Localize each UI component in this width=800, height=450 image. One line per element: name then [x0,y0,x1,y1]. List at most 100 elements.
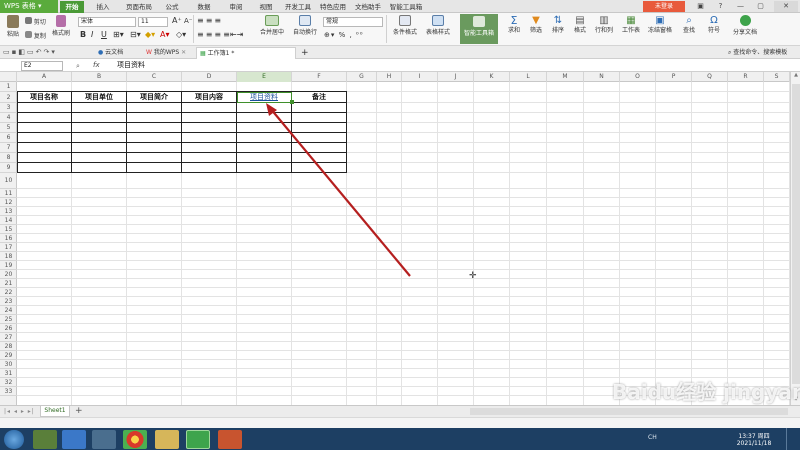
tab-workbook1[interactable]: ▦ 工作簿1 * [196,47,296,59]
taskbar-fox-icon[interactable] [218,430,242,449]
table-cell[interactable] [72,103,127,113]
table-cell[interactable] [17,153,72,163]
row-header[interactable]: 30 [0,360,17,369]
row-header[interactable]: 27 [0,333,17,342]
select-all-corner[interactable] [0,72,17,82]
column-header[interactable]: R [728,72,764,82]
table-cell[interactable] [72,163,127,173]
table-cell[interactable] [72,123,127,133]
table-cell[interactable] [17,163,72,173]
row-header[interactable]: 5 [0,123,17,133]
table-header-cell[interactable]: 项目内容 [182,92,237,103]
row-header[interactable]: 11 [0,189,17,198]
find-button[interactable]: ⌕ 查找 [677,15,701,35]
table-cell[interactable] [237,123,292,133]
table-cell[interactable] [237,153,292,163]
number-format-select[interactable]: 常规 [323,17,383,27]
show-desktop-button[interactable] [786,428,800,450]
vertical-align-icons[interactable]: ≡≡≡ [197,17,223,25]
font-size-select[interactable]: 11 [138,17,168,27]
cut-button[interactable]: 剪切 [25,17,46,27]
row-header[interactable]: 9 [0,163,17,173]
italic-button[interactable]: I [91,31,93,39]
table-style-button[interactable]: 表格样式 [422,15,454,37]
column-header[interactable]: S [764,72,790,82]
indent-icons[interactable]: ⇤⇥ [230,31,243,39]
tab-home[interactable]: 开始 [60,1,84,13]
row-col-button[interactable]: ▥ 行和列 [591,15,617,35]
row-header[interactable]: 23 [0,297,17,306]
table-cell[interactable] [237,133,292,143]
column-header[interactable]: Q [692,72,728,82]
format-button[interactable]: ▤ 格式 [569,15,591,35]
table-cell[interactable] [17,103,72,113]
fx-button[interactable]: fx [93,61,100,69]
borders-icon[interactable]: ⊞▾ [113,31,124,39]
table-cell[interactable] [182,163,237,173]
row-header[interactable]: 4 [0,113,17,123]
table-cell[interactable] [292,143,347,153]
sheet-nav-icons[interactable]: |◂ ◂ ▸ ▸| [4,408,35,416]
table-cell[interactable] [182,143,237,153]
scroll-thumb[interactable] [792,84,800,384]
freeze-panes-button[interactable]: ▣ 冻结窗格 [645,15,675,35]
row-header[interactable]: 8 [0,153,17,163]
scroll-up-icon[interactable]: ▲ [792,72,800,80]
font-name-select[interactable]: 宋体 [78,17,136,27]
tab-special-apps[interactable]: 特色应用 [316,1,350,13]
column-header[interactable]: J [438,72,474,82]
table-cell[interactable] [292,133,347,143]
filter-button[interactable]: ▼ 筛选 [525,15,547,35]
table-cell[interactable] [127,113,182,123]
row-header[interactable]: 2 [0,92,17,103]
selected-header-cell[interactable]: 项目资料 [237,92,292,103]
taskbar-browser-icon[interactable] [62,430,86,449]
column-header[interactable]: M [547,72,584,82]
table-cell[interactable] [72,133,127,143]
table-cell[interactable] [292,163,347,173]
row-header[interactable]: 20 [0,270,17,279]
tab-review[interactable]: 审阅 [222,1,250,13]
new-tab-button[interactable]: + [298,47,310,59]
table-cell[interactable] [17,133,72,143]
row-header[interactable]: 1 [0,82,17,92]
cell-grid[interactable]: 项目名称 项目单位 项目简介 项目内容 项目资料 备注 [17,82,790,405]
quick-access-icons[interactable]: ▭▪◧▭↶↷▾ [3,48,57,56]
wps-spreadsheet-taskbar-icon[interactable] [186,430,210,449]
format-painter-button[interactable]: 格式刷 [50,15,72,38]
table-cell[interactable] [237,163,292,173]
conditional-format-button[interactable]: 条件格式 [390,15,420,37]
tab-insert[interactable]: 插入 [88,1,118,13]
table-cell[interactable] [292,123,347,133]
row-header[interactable]: 24 [0,306,17,315]
language-indicator[interactable]: CH [648,434,657,441]
clear-format-icon[interactable]: ◇▾ [176,31,186,39]
fill-color-icon[interactable]: ◆▾ [145,31,155,39]
number-format-icons[interactable]: ⊕▾ % ‚ ⁰⁰ [324,31,364,39]
table-header-cell[interactable]: 项目名称 [17,92,72,103]
column-header[interactable]: H [377,72,402,82]
tab-page-layout[interactable]: 页面布局 [120,1,158,13]
table-cell[interactable] [182,123,237,133]
row-header[interactable]: 22 [0,288,17,297]
row-header[interactable]: 32 [0,378,17,387]
column-header[interactable]: G [347,72,377,82]
column-header[interactable]: N [584,72,620,82]
increase-font-icon[interactable]: A⁺ [172,17,182,25]
row-header[interactable]: 26 [0,324,17,333]
decrease-font-icon[interactable]: A⁻ [184,17,192,25]
tab-formula[interactable]: 公式 [158,1,186,13]
tab-developer[interactable]: 开发工具 [282,1,314,13]
underline-button[interactable]: U [101,31,107,39]
tab-cloud-docs[interactable]: ● 云文档 [95,47,140,59]
bold-button[interactable]: B [80,31,86,39]
help-icon[interactable]: ? [712,1,729,12]
sum-button[interactable]: Σ 求和 [503,15,525,35]
login-button[interactable]: 未登录 [643,1,685,12]
row-header[interactable]: 16 [0,234,17,243]
row-header[interactable]: 33 [0,387,17,396]
name-box[interactable]: E2 [21,61,63,71]
merge-small-icon[interactable]: ⊟▾ [130,31,141,39]
row-header[interactable]: 6 [0,133,17,143]
file-explorer-icon[interactable] [155,430,179,449]
